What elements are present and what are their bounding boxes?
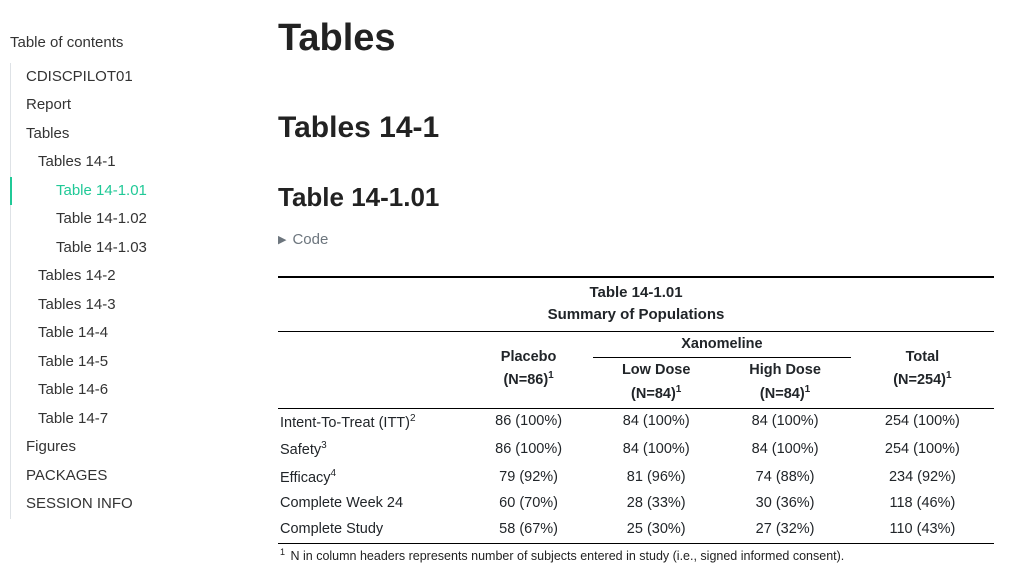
cell: 74 (88%) [719, 464, 850, 492]
toc-link[interactable]: Table 14-1.01 [10, 177, 248, 206]
col-total: Total [906, 349, 940, 365]
toc-link[interactable]: Table 14-5 [10, 348, 248, 377]
subsection-title: Table 14-1.01 [278, 178, 994, 217]
cell: 110 (43%) [851, 517, 994, 543]
footnote: 1 N in column headers represents number … [280, 546, 992, 565]
cell: 58 (67%) [464, 517, 593, 543]
section-title: Tables 14-1 [278, 105, 994, 150]
toc-item: CDISCPILOT01 [11, 63, 248, 92]
cell: 25 (30%) [593, 517, 719, 543]
toc-link[interactable]: Tables 14-3 [10, 291, 248, 320]
cell: 254 (100%) [851, 408, 994, 436]
col-spanner-xanomeline: Xanomeline [681, 336, 762, 352]
toc-link[interactable]: Table 14-6 [10, 376, 248, 405]
toc-link[interactable]: Table 14-1.03 [10, 234, 248, 263]
toc-item: Report [11, 91, 248, 120]
col-total-n: (N=254)1 [893, 372, 951, 388]
row-label: Complete Week 24 [278, 491, 464, 517]
cell: 81 (96%) [593, 464, 719, 492]
cell: 28 (33%) [593, 491, 719, 517]
toc-link[interactable]: Table 14-1.02 [10, 205, 248, 234]
toc-item: Table 14-4 [11, 319, 248, 348]
toc-item: PACKAGES [11, 462, 248, 491]
toc-link[interactable]: Table 14-4 [10, 319, 248, 348]
page-title: Tables [278, 10, 994, 67]
table-subtitle: Summary of Populations [278, 304, 994, 331]
caret-right-icon: ▶ [278, 232, 286, 249]
toc-item: Table 14-1.01 [11, 177, 248, 206]
toc-link[interactable]: Table 14-7 [10, 405, 248, 434]
sidebar: Table of contents CDISCPILOT01ReportTabl… [0, 0, 248, 566]
cell: 84 (100%) [593, 408, 719, 436]
table-row: Safety386 (100%)84 (100%)84 (100%)254 (1… [278, 436, 994, 464]
toc-link[interactable]: Tables 14-1 [10, 148, 248, 177]
cell: 118 (46%) [851, 491, 994, 517]
col-lowdose: Low Dose [622, 362, 690, 378]
cell: 254 (100%) [851, 436, 994, 464]
col-placebo: Placebo [501, 349, 557, 365]
code-toggle[interactable]: ▶ Code [278, 229, 994, 252]
toc-link[interactable]: Tables [10, 120, 248, 149]
toc-link[interactable]: Figures [10, 433, 248, 462]
data-table: Placebo (N=86)1 Xanomeline Total (N=254)… [278, 331, 994, 543]
cell: 86 (100%) [464, 436, 593, 464]
cell: 86 (100%) [464, 408, 593, 436]
row-label: Safety3 [278, 436, 464, 464]
col-placebo-n: (N=86)1 [503, 372, 553, 388]
toc-link[interactable]: Report [10, 91, 248, 120]
toc-item: Table 14-6 [11, 376, 248, 405]
table-row: Complete Week 2460 (70%)28 (33%)30 (36%)… [278, 491, 994, 517]
toc-item: Table 14-5 [11, 348, 248, 377]
table-row: Intent-To-Treat (ITT)286 (100%)84 (100%)… [278, 408, 994, 436]
table-row: Efficacy479 (92%)81 (96%)74 (88%)234 (92… [278, 464, 994, 492]
toc-link[interactable]: SESSION INFO [10, 490, 248, 519]
toc-item: Table 14-7 [11, 405, 248, 434]
col-highdose-n: (N=84)1 [760, 386, 810, 402]
toc-item: SESSION INFO [11, 490, 248, 519]
row-label: Intent-To-Treat (ITT)2 [278, 408, 464, 436]
col-lowdose-n: (N=84)1 [631, 386, 681, 402]
toc-item: Tables [11, 120, 248, 149]
toc-item: Tables 14-2 [11, 262, 248, 291]
cell: 27 (32%) [719, 517, 850, 543]
toc-title: Table of contents [10, 30, 248, 57]
cell: 84 (100%) [719, 408, 850, 436]
row-label: Efficacy4 [278, 464, 464, 492]
cell: 84 (100%) [593, 436, 719, 464]
table-row: Complete Study58 (67%)25 (30%)27 (32%)11… [278, 517, 994, 543]
row-label: Complete Study [278, 517, 464, 543]
cell: 84 (100%) [719, 436, 850, 464]
cell: 79 (92%) [464, 464, 593, 492]
toc-link[interactable]: CDISCPILOT01 [10, 63, 248, 92]
table-footnotes: 1 N in column headers represents number … [278, 543, 994, 566]
toc-list: CDISCPILOT01ReportTablesTables 14-1Table… [10, 63, 248, 519]
toc-link[interactable]: Tables 14-2 [10, 262, 248, 291]
code-toggle-label: Code [292, 229, 328, 252]
toc-item: Tables 14-1 [11, 148, 248, 177]
toc-link[interactable]: PACKAGES [10, 462, 248, 491]
cell: 234 (92%) [851, 464, 994, 492]
cell: 60 (70%) [464, 491, 593, 517]
table-title: Table 14-1.01 [278, 278, 994, 305]
col-highdose: High Dose [749, 362, 821, 378]
toc-item: Figures [11, 433, 248, 462]
summary-table: Table 14-1.01 Summary of Populations Pla… [278, 276, 994, 566]
main-content: Tables Tables 14-1 Table 14-1.01 ▶ Code … [248, 0, 1024, 566]
toc-item: Tables 14-3 [11, 291, 248, 320]
toc-item: Table 14-1.03 [11, 234, 248, 263]
cell: 30 (36%) [719, 491, 850, 517]
toc-item: Table 14-1.02 [11, 205, 248, 234]
